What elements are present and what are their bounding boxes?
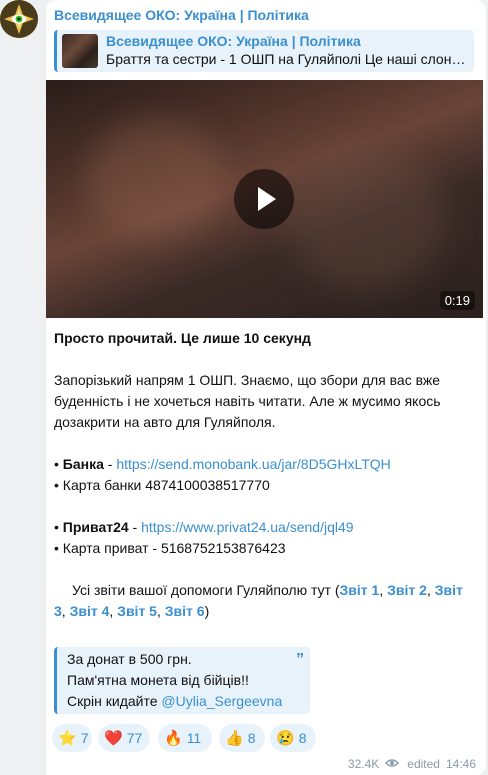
report-link-5[interactable]: Звіт 5 — [117, 603, 157, 619]
quote-line: Пам'ятна монета від бійців!! — [67, 672, 249, 688]
reply-preview[interactable]: Всевидящее ОКО: Україна | Політика Братт… — [54, 30, 474, 72]
eye-emblem-icon — [0, 0, 38, 38]
separator: , — [426, 582, 435, 598]
crying-face-icon: 😢 — [276, 729, 295, 747]
bullet: • — [54, 519, 63, 535]
privat24-link[interactable]: https://www.privat24.ua/send/jql49 — [141, 519, 353, 535]
heart-icon: ❤️ — [104, 729, 123, 747]
separator: , — [61, 603, 70, 619]
message-paragraph-line: Запорізький напрям 1 ОШП. Знаємо, що збо… — [54, 372, 441, 388]
username-link[interactable]: @Uylia_Sergeevna — [161, 693, 282, 709]
video-frame-blur — [286, 150, 446, 290]
report-link-3[interactable]: Звіт — [435, 582, 463, 598]
video-frame-blur — [86, 120, 226, 240]
reports-line-2: 3, Звіт 4, Звіт 5, Звіт 6) — [54, 601, 209, 622]
reaction-count: 7 — [80, 730, 89, 746]
play-icon — [258, 187, 276, 211]
reaction-heart[interactable]: ❤️ 77 — [98, 724, 150, 752]
quote-line: За донат в 500 грн. — [67, 651, 192, 667]
channel-avatar[interactable] — [0, 0, 38, 38]
reaction-thumbs-up[interactable]: 👍 8 — [219, 724, 265, 752]
eye-icon — [385, 757, 400, 771]
view-count: 32.4K — [347, 757, 380, 771]
close-paren: ) — [204, 603, 210, 619]
play-button[interactable] — [234, 169, 294, 229]
thumbs-up-icon: 👍 — [225, 729, 244, 747]
bank-line: • Банка - https://send.monobank.ua/jar/8… — [54, 454, 391, 475]
quote-line: Скрін кидайте @Uylia_Sergeevna — [67, 691, 282, 712]
reaction-count: 11 — [186, 730, 202, 746]
separator: - — [103, 456, 117, 472]
report-link-3[interactable]: 3 — [54, 603, 62, 619]
edited-label: edited — [407, 757, 440, 771]
report-link-4[interactable]: Звіт 4 — [70, 603, 110, 619]
reply-text: Браття та сестри - 1 ОШП на Гуляйполі Це… — [106, 51, 472, 67]
reply-thumbnail — [62, 34, 98, 68]
quote-icon: ” — [296, 651, 304, 668]
reply-title: Всевидящее ОКО: Україна | Політика — [106, 33, 361, 49]
bullet: • — [54, 456, 63, 472]
reports-text: Усі звіти вашої допомоги Гуляйполю тут ( — [72, 582, 340, 598]
quote-text: Скрін кидайте — [67, 693, 162, 709]
reaction-count: 8 — [298, 730, 307, 746]
star-icon: ⭐ — [58, 729, 77, 747]
message-bubble: Всевидящее ОКО: Україна | Політика Всеви… — [46, 0, 486, 775]
report-link-1[interactable]: Звіт 1 — [340, 582, 380, 598]
reports-line: Усі звіти вашої допомоги Гуляйполю тут (… — [72, 580, 463, 601]
reaction-count: 77 — [126, 730, 143, 746]
video-player[interactable]: 0:19 — [46, 80, 483, 318]
separator: , — [379, 582, 388, 598]
monobank-link[interactable]: https://send.monobank.ua/jar/8D5GHxLTQH — [116, 456, 390, 472]
message-headline: Просто прочитай. Це лише 10 секунд — [54, 330, 311, 346]
separator: , — [109, 603, 118, 619]
fire-icon: 🔥 — [164, 729, 183, 747]
separator: - — [128, 519, 142, 535]
reaction-star[interactable]: ⭐ 7 — [52, 724, 92, 752]
reaction-crying-face[interactable]: 😢 8 — [270, 724, 316, 752]
bank-label: Банка — [62, 456, 104, 472]
report-link-2[interactable]: Звіт 2 — [387, 582, 427, 598]
message-time: 14:46 — [445, 757, 476, 771]
quote-block: За донат в 500 грн. Пам'ятна монета від … — [54, 647, 310, 714]
reaction-fire[interactable]: 🔥 11 — [158, 724, 212, 752]
privat-line: • Приват24 - https://www.privat24.ua/sen… — [54, 517, 354, 538]
privat-card-line: • Карта приват - 5168752153876423 — [54, 540, 286, 556]
channel-name[interactable]: Всевидящее ОКО: Україна | Політика — [54, 7, 309, 23]
video-duration: 0:19 — [439, 291, 475, 310]
report-link-6[interactable]: Звіт 6 — [165, 603, 205, 619]
separator: , — [156, 603, 165, 619]
privat-label: Приват24 — [62, 519, 129, 535]
message-meta: 32.4K edited 14:46 — [348, 757, 476, 771]
message-paragraph-line: буденність і не хочеться навіть читати. … — [54, 393, 441, 409]
bank-card-line: • Карта банки 4874100038517770 — [54, 477, 270, 493]
message-paragraph-line: дозакрити на авто для Гуляйполя. — [54, 414, 276, 430]
reaction-count: 8 — [247, 730, 256, 746]
